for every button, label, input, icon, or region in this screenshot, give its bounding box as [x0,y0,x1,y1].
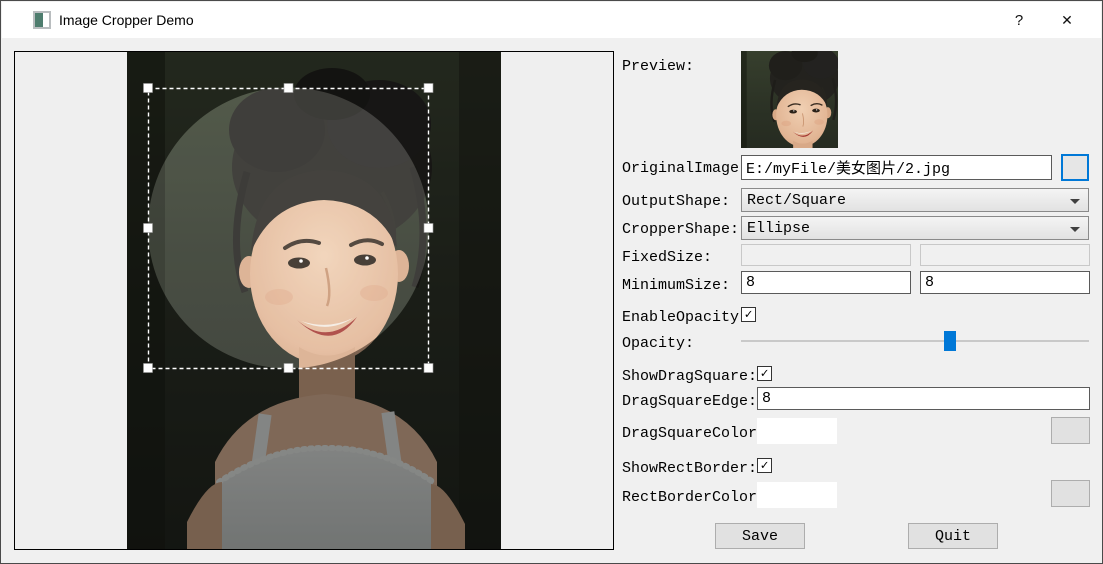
cropper-panel [14,51,614,550]
save-button[interactable]: Save [715,523,805,549]
opacity-slider-groove[interactable] [741,340,1089,342]
minimum-size-width-input[interactable] [741,271,911,294]
drag-square-edge-label: DragSquareEdge: [622,393,757,410]
drag-handle-top-left[interactable] [144,84,153,93]
fixed-size-height-input [920,244,1090,266]
enable-opacity-checkbox[interactable]: ✓ [741,307,756,322]
enable-opacity-label: EnableOpacity: [622,309,748,326]
drag-handle-bottom-left[interactable] [144,364,153,373]
minimum-size-label: MinimumSize: [622,277,730,294]
browse-button[interactable] [1061,154,1089,181]
show-rect-border-label: ShowRectBorder: [622,460,757,477]
rect-border-color-swatch [757,482,837,508]
drag-square-edge-input[interactable] [757,387,1090,410]
fixed-size-width-input [741,244,911,266]
original-image-input[interactable] [741,155,1052,180]
source-photo [127,52,501,549]
chevron-down-icon [1070,227,1080,232]
photo-stage [127,52,501,549]
opacity-slider[interactable] [741,331,1089,351]
drag-square-color-swatch [757,418,837,444]
original-image-label: OriginalImage: [622,160,748,177]
drag-square-color-button[interactable] [1051,417,1090,444]
opacity-slider-handle[interactable] [944,331,956,351]
drag-handle-top-right[interactable] [424,84,433,93]
crop-ellipse[interactable] [148,88,429,369]
drag-handle-top-mid[interactable] [284,84,293,93]
preview-image [741,51,838,148]
rect-border-color-label: RectBorderColor: [622,489,766,506]
drag-square-color-label: DragSquareColor: [622,425,766,442]
show-drag-square-checkbox[interactable]: ✓ [757,366,772,381]
minimum-size-height-input[interactable] [920,271,1090,294]
chevron-down-icon [1070,199,1080,204]
drag-handle-bottom-mid[interactable] [284,364,293,373]
output-shape-value: Rect/Square [747,192,846,209]
opacity-label: Opacity: [622,335,694,352]
output-shape-label: OutputShape: [622,193,730,210]
help-button[interactable]: ? [997,2,1041,38]
title-bar: Image Cropper Demo ? ✕ [2,2,1101,38]
preview-label: Preview: [622,58,694,75]
quit-button[interactable]: Quit [908,523,998,549]
cropper-shape-label: CropperShape: [622,221,739,238]
rect-border-color-button[interactable] [1051,480,1090,507]
cropper-shape-select[interactable]: Ellipse [741,216,1089,240]
app-icon [33,11,51,29]
cropper-shape-value: Ellipse [747,220,810,237]
output-shape-select[interactable]: Rect/Square [741,188,1089,212]
drag-handle-mid-right[interactable] [424,224,433,233]
show-drag-square-label: ShowDragSquare: [622,368,757,385]
window-title: Image Cropper Demo [59,12,194,28]
fixed-size-label: FixedSize: [622,249,712,266]
close-button[interactable]: ✕ [1045,2,1089,38]
drag-handle-mid-left[interactable] [144,224,153,233]
show-rect-border-checkbox[interactable]: ✓ [757,458,772,473]
app-window: Image Cropper Demo ? ✕ [0,0,1103,564]
drag-handle-bottom-right[interactable] [424,364,433,373]
